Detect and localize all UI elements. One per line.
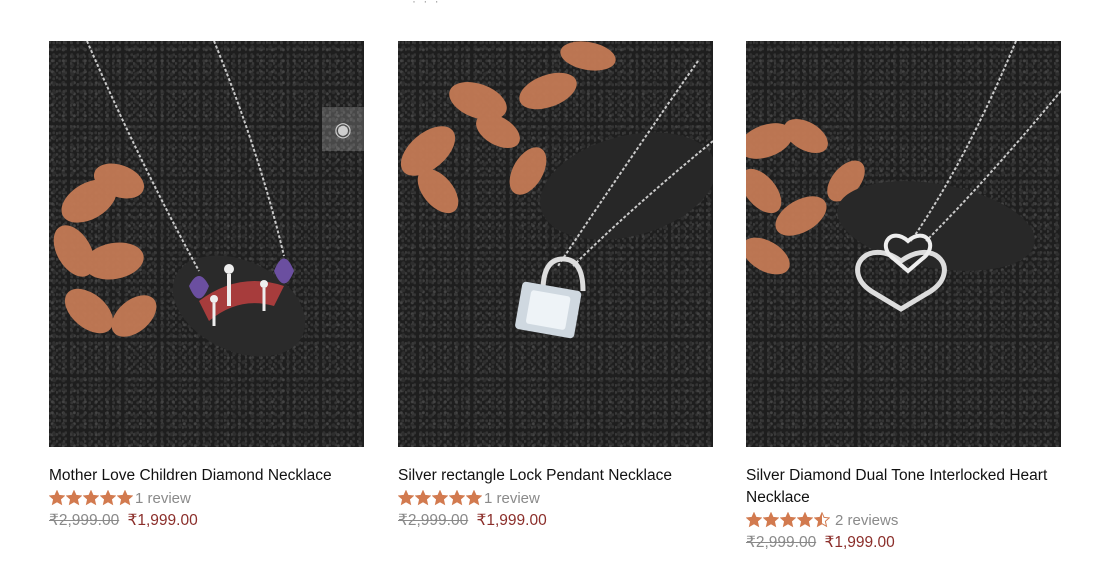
review-count[interactable]: 1 review: [484, 490, 540, 507]
star-icon: [780, 512, 796, 528]
product-card[interactable]: Silver Diamond Dual Tone Interlocked Hea…: [746, 41, 1061, 555]
product-rating: 1 review: [49, 487, 364, 509]
star-icon: [398, 490, 414, 506]
product-card[interactable]: ◉ Mother Love Children Diamond Necklace …: [49, 41, 364, 533]
product-price: ₹2,999.00 ₹1,999.00: [746, 531, 1061, 555]
product-title[interactable]: Mother Love Children Diamond Necklace: [49, 465, 364, 487]
star-icon: [797, 512, 813, 528]
old-price: ₹2,999.00: [746, 534, 817, 551]
necklace-photo: [746, 41, 1061, 312]
star-icon: [466, 490, 482, 506]
star-icon: [66, 490, 82, 506]
star-icon: [83, 490, 99, 506]
necklace-photo: [53, 41, 306, 357]
star-rating: [746, 512, 830, 528]
star-icon: [49, 490, 65, 506]
old-price: ₹2,999.00: [398, 512, 469, 529]
sale-price: ₹1,999.00: [476, 512, 547, 529]
star-icon: [763, 512, 779, 528]
star-rating: [49, 490, 133, 506]
review-count[interactable]: 2 reviews: [835, 512, 898, 529]
star-icon: [117, 490, 133, 506]
old-price: ₹2,999.00: [49, 512, 120, 529]
necklace-photo: [400, 41, 713, 339]
top-fragment: · · ·: [412, 0, 441, 8]
star-icon: [746, 512, 762, 528]
product-image[interactable]: ◉: [49, 41, 364, 447]
product-price: ₹2,999.00 ₹1,999.00: [398, 509, 713, 533]
product-rating: 2 reviews: [746, 509, 1061, 531]
product-title[interactable]: Silver rectangle Lock Pendant Necklace: [398, 465, 713, 487]
star-rating: [398, 490, 482, 506]
product-price: ₹2,999.00 ₹1,999.00: [49, 509, 364, 533]
product-image[interactable]: [398, 41, 713, 447]
product-title[interactable]: Silver Diamond Dual Tone Interlocked Hea…: [746, 465, 1061, 509]
star-icon: [415, 490, 431, 506]
eye-icon[interactable]: ◉: [322, 107, 364, 151]
product-grid: ◉ Mother Love Children Diamond Necklace …: [49, 41, 1061, 561]
star-icon: [100, 490, 116, 506]
sale-price: ₹1,999.00: [824, 534, 895, 551]
product-card[interactable]: Silver rectangle Lock Pendant Necklace 1…: [398, 41, 713, 533]
star-icon: [814, 512, 830, 528]
product-image[interactable]: [746, 41, 1061, 447]
review-count[interactable]: 1 review: [135, 490, 191, 507]
star-icon: [432, 490, 448, 506]
sale-price: ₹1,999.00: [127, 512, 198, 529]
star-icon: [449, 490, 465, 506]
product-rating: 1 review: [398, 487, 713, 509]
